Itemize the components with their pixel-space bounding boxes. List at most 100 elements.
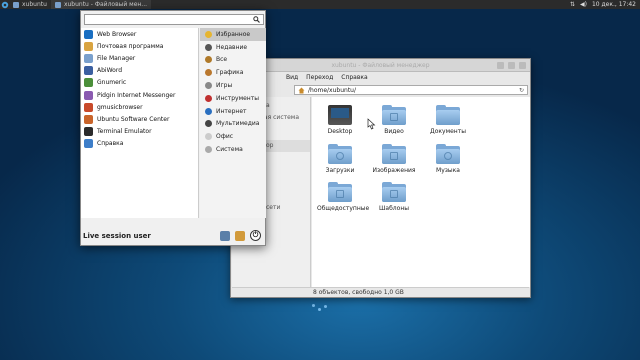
taskbar-item-xubuntu[interactable]: xubuntu <box>9 0 51 9</box>
file-item-label: Desktop <box>327 128 353 135</box>
pidgin-icon <box>84 90 93 100</box>
menu-category-item[interactable]: Система <box>200 143 266 156</box>
menu-app-label: Почтовая программа <box>97 42 164 50</box>
settings-manager-icon[interactable] <box>220 230 230 241</box>
menu-app-item[interactable]: File Manager <box>81 52 198 64</box>
folder-icon <box>13 1 19 8</box>
menu-category-item[interactable]: Мультимедиа <box>200 118 266 131</box>
location-bar[interactable]: /home/xubuntu/ ↻ <box>294 85 528 95</box>
menu-search-input[interactable] <box>85 15 253 24</box>
system-tray: ⇅ ◀) 10 дек., 17:42 <box>570 1 640 8</box>
window-title: xubuntu - Файловый менеджер <box>331 62 430 69</box>
menu-search-field[interactable] <box>84 14 264 25</box>
wallpaper-sparkle <box>318 308 321 311</box>
mouse-cursor <box>367 118 376 130</box>
file-item-downloads[interactable]: Загрузки <box>317 144 363 174</box>
menu-category-item[interactable]: Инструменты <box>200 92 266 105</box>
file-item-music[interactable]: Музыка <box>425 144 471 174</box>
menu-app-item[interactable]: Ubuntu Software Center <box>81 113 198 125</box>
menu-app-label: Terminal Emulator <box>97 128 152 136</box>
file-item-label: Загрузки <box>325 167 355 174</box>
menu-app-label: Web Browser <box>97 30 137 38</box>
menu-category-item[interactable]: Все <box>200 54 266 67</box>
menu-footer: Live session user ⏻ <box>81 226 265 246</box>
menu-category-label: Офис <box>216 133 234 141</box>
menu-app-item[interactable]: AbiWord <box>81 65 198 77</box>
menu-app-item[interactable]: Gnumeric <box>81 77 198 89</box>
file-item-label: Видео <box>384 128 404 135</box>
menu-category-item[interactable]: Интернет <box>200 105 266 118</box>
taskbar-item-label: xubuntu <box>22 1 47 8</box>
file-item-label: Изображения <box>372 167 416 174</box>
menu-category-item[interactable]: Офис <box>200 130 266 143</box>
file-item-public[interactable]: Общедоступные <box>317 182 369 212</box>
menu-app-item[interactable]: Почтовая программа <box>81 40 198 52</box>
public-folder-icon <box>328 182 352 202</box>
menu-app-item[interactable]: Pidgin Internet Messenger <box>81 89 198 101</box>
menu-app-label: File Manager <box>97 54 136 62</box>
file-item-pictures[interactable]: Изображения <box>371 144 417 174</box>
whisker-menu: Web Browser Почтовая программа File Manage… <box>80 10 266 246</box>
menu-category-item[interactable]: Графика <box>200 66 266 79</box>
file-manager-icon <box>84 53 93 63</box>
file-item-documents[interactable]: Документы <box>425 105 471 135</box>
videos-folder-icon <box>382 105 406 125</box>
file-view[interactable]: Desktop Видео Документы Загрузки Изображ… <box>312 97 530 287</box>
taskbar-item-file-manager[interactable]: xubuntu - Файловый мен... <box>50 0 152 9</box>
mail-icon <box>84 41 93 51</box>
menu-category-item[interactable]: Избранное <box>200 28 266 41</box>
sidebar-item-label: op <box>266 142 274 149</box>
recent-icon <box>205 43 212 51</box>
status-text: 8 объектов, свободно 1,0 GB <box>313 289 404 296</box>
minimize-icon[interactable] <box>497 62 504 69</box>
file-manager-window: xubuntu - Файловый менеджер Вид Переход … <box>230 58 531 298</box>
menu-category-item[interactable]: Недавние <box>200 41 266 54</box>
help-icon <box>84 139 93 149</box>
power-icon[interactable]: ⏻ <box>250 230 261 241</box>
menu-view[interactable]: Вид <box>286 74 298 81</box>
folder-icon <box>54 1 61 8</box>
search-icon <box>253 16 260 23</box>
menu-app-label: Pidgin Internet Messenger <box>97 91 176 99</box>
gmusicbrowser-icon <box>84 102 93 112</box>
menu-help[interactable]: Справка <box>341 74 367 81</box>
menu-app-label: Ubuntu Software Center <box>97 115 170 123</box>
volume-icon[interactable]: ◀) <box>580 1 587 8</box>
file-item-label: Общедоступные <box>317 205 370 212</box>
menu-category-item[interactable]: Игры <box>200 79 266 92</box>
network-icon[interactable]: ⇅ <box>570 1 575 8</box>
whisker-menu-button[interactable] <box>0 0 9 9</box>
music-folder-icon <box>436 144 460 164</box>
sidebar-item-label: сети <box>266 204 281 211</box>
close-icon[interactable] <box>519 62 526 69</box>
menu-app-label: gmusicbrowser <box>97 103 143 111</box>
menu-app-item[interactable]: Web Browser <box>81 28 198 40</box>
window-titlebar[interactable]: xubuntu - Файловый менеджер <box>231 59 530 72</box>
menu-category-label: Интернет <box>216 107 247 115</box>
desktop-folder-icon <box>328 105 352 125</box>
abiword-icon <box>84 66 93 76</box>
templates-folder-icon <box>382 182 406 202</box>
internet-icon <box>205 107 212 115</box>
file-item-desktop[interactable]: Desktop <box>317 105 363 135</box>
category-list: Избранное Недавние Все Графика Игры Инструмен… <box>200 28 266 218</box>
session-user-label: Live session user <box>83 232 151 240</box>
menu-app-item[interactable]: Terminal Emulator <box>81 126 198 138</box>
menu-go[interactable]: Переход <box>306 74 333 81</box>
sidebar-item-label: а <box>266 102 270 109</box>
menu-app-item[interactable]: Справка <box>81 138 198 150</box>
maximize-icon[interactable] <box>508 62 515 69</box>
file-item-videos[interactable]: Видео <box>371 105 417 135</box>
software-center-icon <box>84 114 93 124</box>
menu-app-item[interactable]: gmusicbrowser <box>81 101 198 113</box>
menubar: Вид Переход Справка <box>231 72 530 83</box>
menu-category-label: Избранное <box>216 30 251 38</box>
file-item-templates[interactable]: Шаблоны <box>371 182 417 212</box>
office-icon <box>205 133 212 141</box>
reload-icon[interactable]: ↻ <box>519 87 524 94</box>
panel-clock[interactable]: 10 дек., 17:42 <box>592 1 636 8</box>
lock-screen-icon[interactable] <box>235 230 245 241</box>
screen: xubuntu xubuntu - Файловый мен... ⇅ ◀) 1… <box>0 0 640 360</box>
file-item-label: Шаблоны <box>379 205 409 212</box>
xubuntu-logo-icon <box>1 1 8 8</box>
